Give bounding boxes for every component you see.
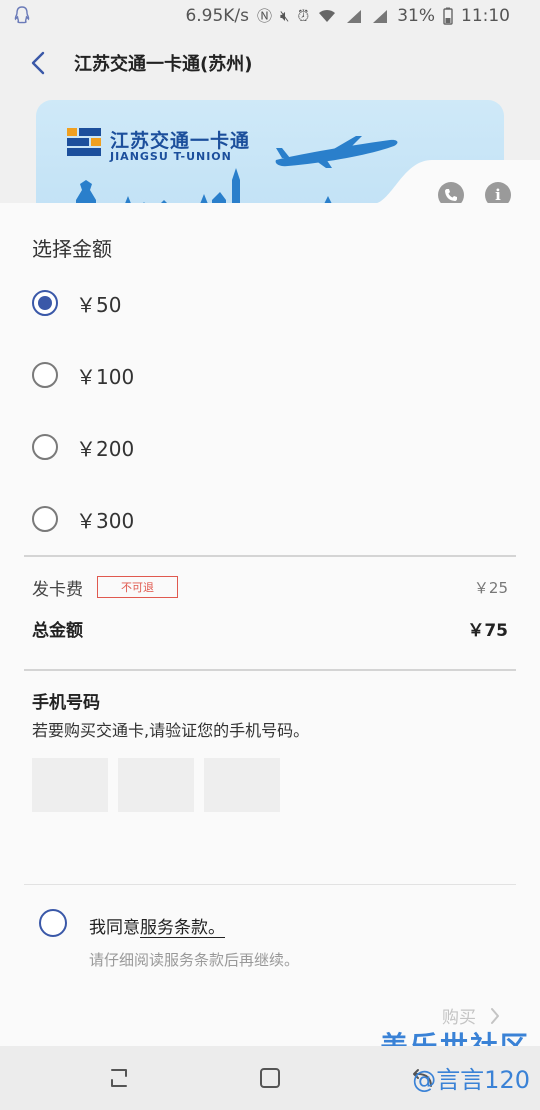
phone-handset-icon [445, 189, 457, 201]
clock: 11:10 [461, 5, 510, 26]
phone-code-input[interactable] [204, 758, 280, 812]
amount-option-label: ￥300 [76, 508, 135, 533]
amount-section-title: 选择金额 [32, 237, 112, 261]
agree-terms-text: 我同意服务条款。 [89, 913, 225, 938]
alarm-icon: ⏰︎ [297, 6, 310, 25]
battery-icon [443, 7, 453, 25]
divider [24, 884, 516, 885]
divider [24, 669, 516, 671]
total-label: 总金额 [32, 621, 83, 641]
wifi-icon [319, 9, 336, 22]
back-button[interactable] [24, 48, 52, 78]
agree-prefix: 我同意 [89, 918, 140, 938]
agree-terms-radio[interactable] [39, 909, 67, 937]
status-bar: 6.95K/s Ⓝ 🔇︎ ⏰︎ 31% 11:10 [0, 0, 540, 32]
amount-option-label: ￥100 [76, 364, 135, 389]
battery-percent: 31% [397, 5, 435, 26]
radio-unselected[interactable] [32, 434, 58, 460]
signal-icon-2 [373, 9, 388, 23]
amount-option-100[interactable]: ￥100 [32, 355, 134, 395]
card-fee-label: 发卡费 [32, 580, 83, 600]
amount-option-label: ￥50 [76, 292, 122, 317]
app-header: 江苏交通一卡通(苏州) [0, 32, 540, 94]
watermark-author: @言言120 [412, 1066, 530, 1094]
divider [24, 555, 516, 557]
radio-unselected[interactable] [32, 362, 58, 388]
radio-selected[interactable] [32, 290, 58, 316]
mute-icon: 🔇︎ [280, 6, 290, 25]
status-right: 6.95K/s Ⓝ 🔇︎ ⏰︎ 31% 11:10 [185, 5, 510, 26]
chevron-right-icon [491, 1007, 499, 1024]
non-refundable-badge: 不可退 [97, 576, 178, 598]
signal-icon [347, 9, 362, 23]
purchase-sheet: 选择金额 ￥50 ￥100 ￥200 ￥300 发卡费 不可退 ￥25 总金额 … [0, 203, 540, 1063]
home-icon[interactable] [258, 1066, 282, 1090]
amount-option-200[interactable]: ￥200 [32, 427, 134, 467]
total-value: ￥75 [467, 621, 508, 641]
card-fee-value: ￥25 [473, 579, 508, 597]
phone-code-input[interactable] [32, 758, 108, 812]
phone-code-input[interactable] [118, 758, 194, 812]
navigation-bar: @言言120 [0, 1046, 540, 1110]
amount-option-50[interactable]: ￥50 [32, 283, 121, 323]
page-title: 江苏交通一卡通(苏州) [74, 54, 253, 75]
chevron-left-icon [31, 51, 45, 75]
amount-option-300[interactable]: ￥300 [32, 499, 134, 539]
terms-of-service-link[interactable]: 服务条款。 [140, 918, 225, 938]
phone-section-title: 手机号码 [32, 693, 100, 713]
radio-unselected[interactable] [32, 506, 58, 532]
nfc-icon: Ⓝ [257, 7, 273, 25]
amount-option-label: ￥200 [76, 436, 135, 461]
recent-apps-icon[interactable] [108, 1066, 130, 1090]
terms-hint: 请仔细阅读服务条款后再继续。 [89, 951, 300, 969]
phone-section-description: 若要购买交通卡,请验证您的手机号码。 [32, 721, 310, 740]
network-speed: 6.95K/s [185, 5, 250, 26]
qq-notification-icon [14, 6, 30, 24]
